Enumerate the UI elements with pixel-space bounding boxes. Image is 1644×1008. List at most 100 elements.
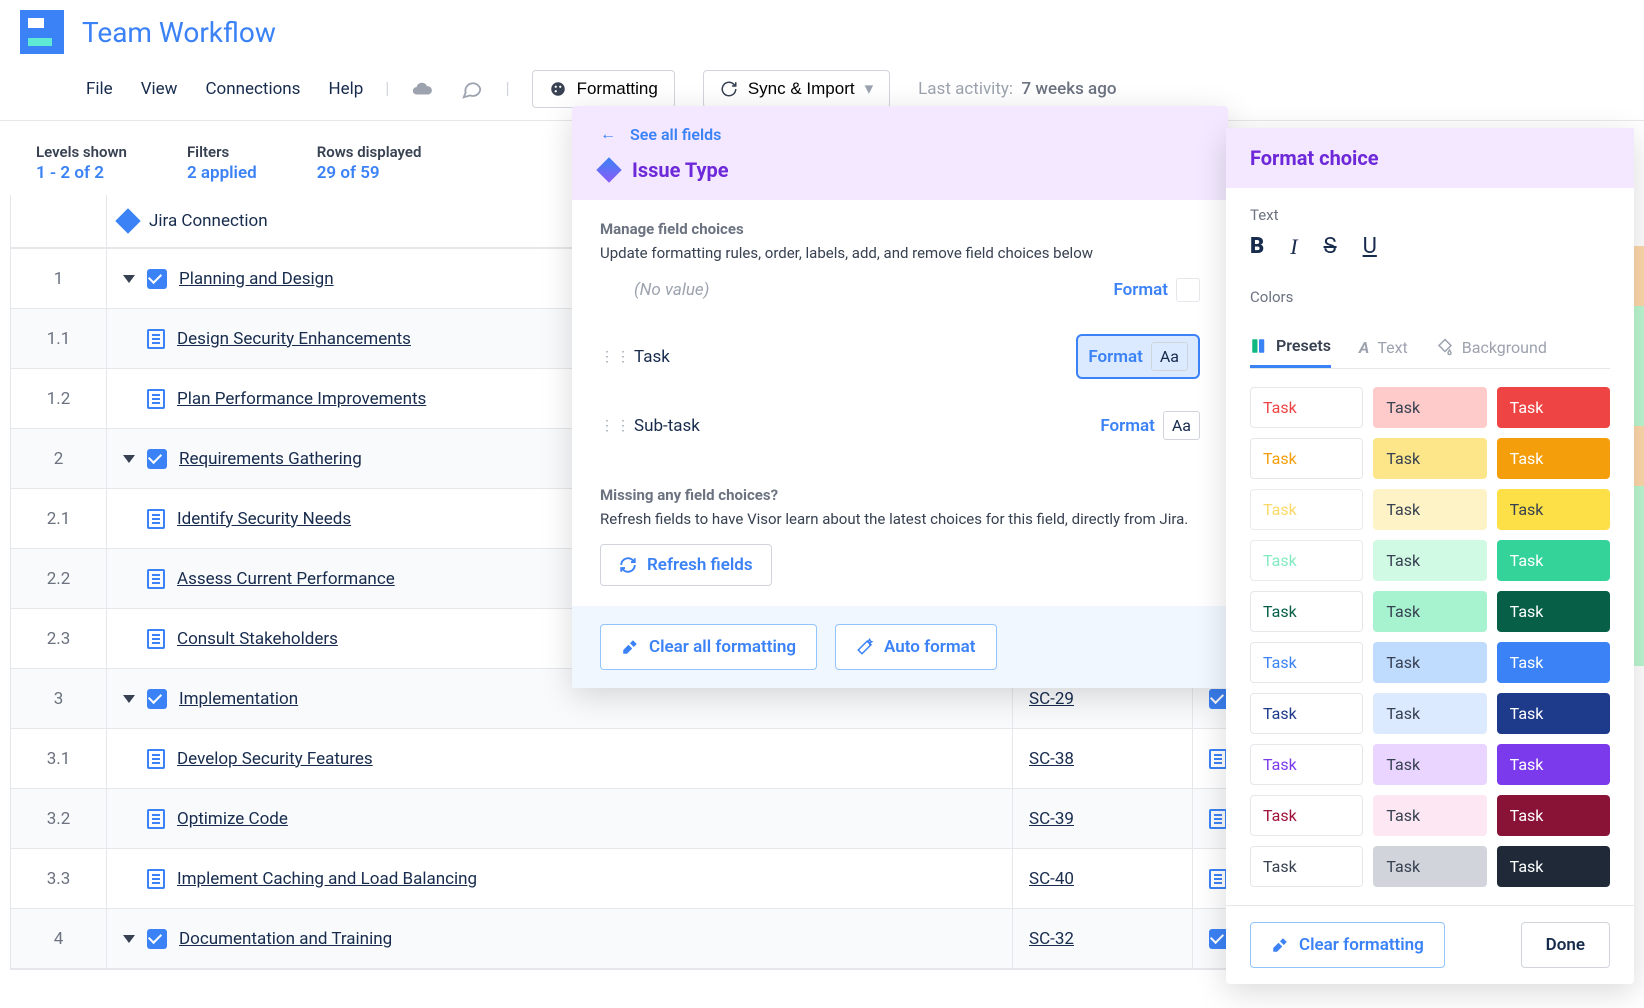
row-title[interactable]: Identify Security Needs [177,509,351,529]
color-swatch[interactable]: Task [1497,846,1610,887]
color-swatch[interactable]: Task [1497,387,1610,428]
row-key[interactable]: SC-38 [1013,729,1193,788]
underline-button[interactable]: U [1363,234,1377,260]
expand-caret-icon[interactable] [123,935,135,943]
row-title[interactable]: Planning and Design [179,269,334,289]
color-swatch[interactable]: Task [1373,489,1486,530]
color-swatch[interactable]: Task [1497,795,1610,836]
row-number: 3 [11,669,107,728]
color-swatch[interactable]: Task [1373,591,1486,632]
color-swatch[interactable]: Task [1250,642,1363,683]
stat-levels[interactable]: Levels shown 1 - 2 of 2 [36,143,127,183]
expand-caret-icon[interactable] [123,455,135,463]
cloud-icon[interactable] [411,78,433,100]
format-choice-title: Format choice [1226,128,1634,188]
color-swatch[interactable]: Task [1250,540,1363,581]
field-choice-row[interactable]: ⋮⋮TaskFormatAa [600,318,1200,395]
done-button[interactable]: Done [1521,922,1610,968]
color-swatch[interactable]: Task [1250,795,1363,836]
color-swatch[interactable]: Task [1250,489,1363,530]
color-swatch[interactable]: Task [1373,540,1486,581]
stat-rows[interactable]: Rows displayed 29 of 59 [317,143,422,183]
stat-filters[interactable]: Filters 2 applied [187,143,257,183]
tab-background[interactable]: Background [1436,336,1547,368]
menu-view[interactable]: View [141,79,178,99]
auto-format-button[interactable]: Auto format [835,624,996,670]
color-swatch[interactable]: Task [1497,693,1610,734]
row-number: 1.1 [11,309,107,368]
expand-caret-icon[interactable] [123,275,135,283]
row-key[interactable]: SC-32 [1013,909,1193,968]
row-title[interactable]: Optimize Code [177,809,288,829]
color-swatch[interactable]: Task [1250,846,1363,887]
drag-handle-icon[interactable]: ⋮⋮ [600,418,620,434]
subtask-icon [147,569,165,589]
color-swatch[interactable]: Task [1373,846,1486,887]
clear-all-formatting-button[interactable]: Clear all formatting [600,624,817,670]
drag-handle-icon[interactable]: ⋮⋮ [600,349,620,365]
color-swatch[interactable]: Task [1250,438,1363,479]
row-title[interactable]: Consult Stakeholders [177,629,338,649]
strikethrough-button[interactable]: S [1324,234,1337,260]
clear-formatting-button[interactable]: Clear formatting [1250,922,1445,968]
row-title[interactable]: Requirements Gathering [179,449,362,469]
chat-icon[interactable] [461,78,483,100]
format-link[interactable]: Format [1113,278,1200,302]
subtask-icon [147,389,165,409]
sync-button[interactable]: Sync & Import ▾ [703,70,890,108]
color-swatch[interactable]: Task [1497,744,1610,785]
color-swatch[interactable]: Task [1250,387,1363,428]
italic-button[interactable]: I [1290,234,1297,260]
color-swatch[interactable]: Task [1373,693,1486,734]
color-swatch[interactable]: Task [1250,693,1363,734]
row-name-cell[interactable]: Documentation and Training [107,909,1013,968]
format-link[interactable]: FormatAa [1076,334,1200,379]
color-swatch[interactable]: Task [1497,591,1610,632]
color-swatch[interactable]: Task [1250,744,1363,785]
menu-connections[interactable]: Connections [205,79,300,99]
row-key[interactable]: SC-40 [1013,849,1193,908]
expand-caret-icon[interactable] [123,695,135,703]
tab-text[interactable]: A Text [1359,336,1408,368]
field-choice-row[interactable]: ⋮⋮ Sub-task FormatAa [600,395,1200,456]
row-title[interactable]: Implementation [179,689,298,709]
field-choice-row[interactable]: (No value)Format [600,262,1200,318]
menu-help[interactable]: Help [328,79,363,99]
refresh-fields-button[interactable]: Refresh fields [600,544,772,586]
color-swatch[interactable]: Task [1497,489,1610,530]
row-title[interactable]: Documentation and Training [179,929,392,949]
row-title[interactable]: Assess Current Performance [177,569,395,589]
format-choice-panel: Format choice Text B I S U Colors Preset… [1226,128,1634,984]
missing-title: Missing any field choices? [600,486,1200,504]
subtask-icon [1209,869,1227,889]
color-swatch[interactable]: Task [1373,642,1486,683]
arrow-left-icon: ← [600,124,616,144]
subtask-icon [1209,749,1227,769]
format-link[interactable]: FormatAa [1100,411,1200,440]
row-title[interactable]: Design Security Enhancements [177,329,411,349]
tab-presets[interactable]: Presets [1250,336,1331,368]
see-all-fields-link[interactable]: ← See all fields [600,124,1200,144]
color-swatch[interactable]: Task [1497,540,1610,581]
color-swatch[interactable]: Task [1250,591,1363,632]
row-name-cell[interactable]: Develop Security Features [107,729,1013,788]
row-key[interactable]: SC-39 [1013,789,1193,848]
bold-button[interactable]: B [1250,234,1264,260]
color-swatch[interactable]: Task [1373,744,1486,785]
row-title[interactable]: Implement Caching and Load Balancing [177,869,477,889]
formatting-button[interactable]: Formatting [532,70,675,108]
row-number: 2.2 [11,549,107,608]
row-title[interactable]: Develop Security Features [177,749,373,769]
row-name-cell[interactable]: Optimize Code [107,789,1013,848]
color-swatch[interactable]: Task [1373,438,1486,479]
menu-file[interactable]: File [86,79,113,99]
color-swatch[interactable]: Task [1373,795,1486,836]
color-swatch[interactable]: Task [1497,642,1610,683]
row-name-cell[interactable]: Implement Caching and Load Balancing [107,849,1013,908]
colors-section-label: Colors [1250,288,1610,306]
color-swatch[interactable]: Task [1373,387,1486,428]
app-title: Team Workflow [82,16,276,49]
row-title[interactable]: Plan Performance Improvements [177,389,426,409]
choice-name: Sub-task [634,416,1086,436]
color-swatch[interactable]: Task [1497,438,1610,479]
